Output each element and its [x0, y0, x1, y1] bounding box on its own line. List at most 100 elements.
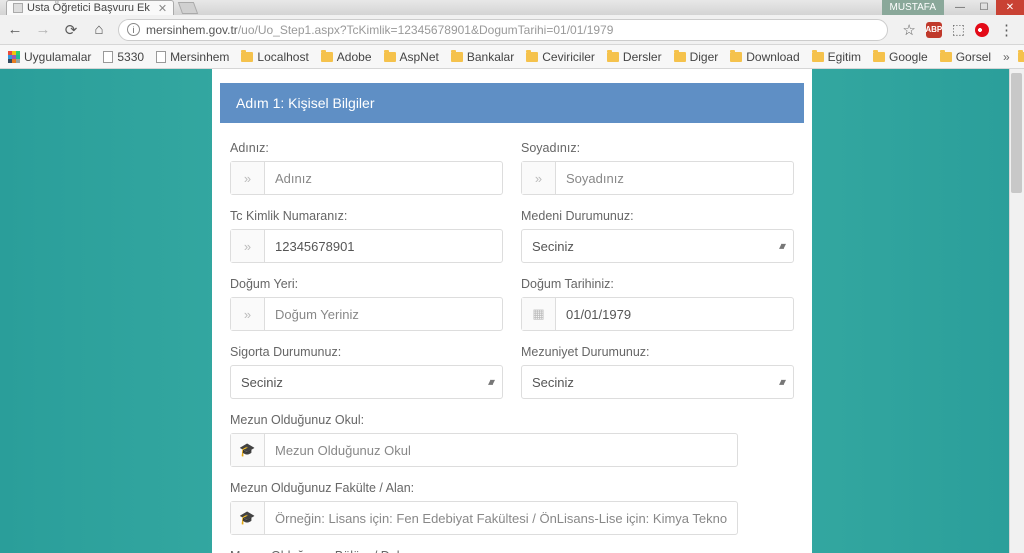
calendar-icon: ▦ — [522, 298, 556, 330]
bookmark-folder-bankalar[interactable]: Bankalar — [451, 50, 514, 64]
bookmark-label: Diger — [690, 50, 719, 64]
home-button[interactable]: ⌂ — [90, 21, 108, 39]
mezuniyet-label: Mezuniyet Durumunuz: — [521, 345, 794, 359]
bookmarks-overflow-icon[interactable]: » — [1003, 50, 1010, 64]
folder-icon — [1018, 52, 1024, 62]
sigorta-label: Sigorta Durumunuz: — [230, 345, 503, 359]
reload-button[interactable]: ⟳ — [62, 21, 80, 39]
soyadiniz-label: Soyadınız: — [521, 141, 794, 155]
graduation-cap-icon: 🎓 — [231, 502, 265, 534]
okul-label: Mezun Olduğunuz Okul: — [230, 413, 738, 427]
mezuniyet-select[interactable]: Seciniz ▴▾ — [521, 365, 794, 399]
window-close-button[interactable] — [996, 0, 1024, 15]
bookmark-folder-egitim[interactable]: Egitim — [812, 50, 861, 64]
bookmark-label: Ceviriciler — [542, 50, 595, 64]
bookmark-folder-diger[interactable]: Diger — [674, 50, 719, 64]
bookmark-label: Mersinhem — [170, 50, 229, 64]
bookmark-label: 5330 — [117, 50, 144, 64]
bookmark-item-mersinhem[interactable]: Mersinhem — [156, 50, 229, 64]
select-value: Seciniz — [532, 239, 574, 254]
form-card: Adım 1: Kişisel Bilgiler Adınız: » Soyad… — [212, 69, 812, 553]
folder-icon — [241, 52, 253, 62]
medeni-select[interactable]: Seciniz ▴▾ — [521, 229, 794, 263]
window-minimize-button[interactable] — [948, 0, 972, 15]
bookmark-label: Localhost — [257, 50, 308, 64]
folder-icon — [730, 52, 742, 62]
folder-icon — [321, 52, 333, 62]
folder-icon — [873, 52, 885, 62]
forward-button[interactable]: → — [34, 21, 52, 39]
dogum-tarihi-label: Doğum Tarihiniz: — [521, 277, 794, 291]
medeni-label: Medeni Durumunuz: — [521, 209, 794, 223]
fakulte-input[interactable] — [265, 502, 737, 534]
bookmark-label: Google — [889, 50, 928, 64]
folder-icon — [384, 52, 396, 62]
bookmark-folder-gorsel[interactable]: Gorsel — [940, 50, 991, 64]
browser-tab[interactable]: Usta Öğretici Başvuru Ek ✕ — [6, 0, 174, 15]
soyadiniz-input[interactable] — [556, 162, 793, 194]
profile-badge[interactable]: MUSTAFA — [882, 0, 944, 15]
bookmark-label: Download — [746, 50, 799, 64]
caret-updown-icon: ▴▾ — [779, 377, 783, 388]
fakulte-group: 🎓 — [230, 501, 738, 535]
bookmark-folder-localhost[interactable]: Localhost — [241, 50, 308, 64]
bookmark-star-icon[interactable]: ☆ — [902, 21, 915, 39]
dogum-tarihi-input[interactable] — [556, 298, 793, 330]
page-scrollbar[interactable] — [1009, 69, 1024, 553]
new-tab-button[interactable] — [178, 2, 198, 14]
tc-label: Tc Kimlik Numaranız: — [230, 209, 503, 223]
other-bookmarks-folder[interactable]: Diğer yer işaretleri — [1018, 50, 1024, 64]
select-value: Seciniz — [241, 375, 283, 390]
dogum-yeri-label: Doğum Yeri: — [230, 277, 503, 291]
adblock-icon[interactable]: ABP — [926, 22, 942, 38]
chevron-right-icon: » — [231, 230, 265, 262]
bookmark-label: Bankalar — [467, 50, 514, 64]
window-titlebar: Usta Öğretici Başvuru Ek ✕ MUSTAFA — [0, 0, 1024, 15]
step-header: Adım 1: Kişisel Bilgiler — [220, 83, 804, 123]
bookmark-folder-google[interactable]: Google — [873, 50, 928, 64]
bookmark-folder-ceviriciler[interactable]: Ceviriciler — [526, 50, 595, 64]
bookmark-label: Gorsel — [956, 50, 991, 64]
dogum-tarihi-group: ▦ — [521, 297, 794, 331]
bookmark-folder-download[interactable]: Download — [730, 50, 799, 64]
bookmark-folder-aspnet[interactable]: AspNet — [384, 50, 439, 64]
locale-flag-icon[interactable] — [975, 23, 989, 37]
chevron-right-icon: » — [231, 298, 265, 330]
caret-updown-icon: ▴▾ — [488, 377, 492, 388]
back-button[interactable]: ← — [6, 21, 24, 39]
adiniz-input[interactable] — [265, 162, 502, 194]
apps-button[interactable]: Uygulamalar — [8, 50, 91, 64]
dogum-yeri-group: » — [230, 297, 503, 331]
bookmark-folder-dersler[interactable]: Dersler — [607, 50, 662, 64]
url-host: mersinhem.gov.tr — [146, 23, 238, 37]
extension-icon[interactable]: ⬚ — [952, 21, 965, 38]
sigorta-select[interactable]: Seciniz ▴▾ — [230, 365, 503, 399]
graduation-cap-icon: 🎓 — [231, 434, 265, 466]
window-maximize-button[interactable] — [972, 0, 996, 15]
page-icon — [103, 51, 113, 63]
scrollbar-thumb[interactable] — [1011, 73, 1022, 193]
chrome-menu-icon[interactable]: ⋮ — [999, 21, 1014, 39]
page-viewport: Adım 1: Kişisel Bilgiler Adınız: » Soyad… — [0, 69, 1024, 553]
soyadiniz-group: » — [521, 161, 794, 195]
okul-group: 🎓 — [230, 433, 738, 467]
okul-input[interactable] — [265, 434, 737, 466]
folder-icon — [607, 52, 619, 62]
bookmark-item-5330[interactable]: 5330 — [103, 50, 144, 64]
site-info-icon[interactable]: i — [127, 23, 140, 36]
chevron-right-icon: » — [231, 162, 265, 194]
folder-icon — [940, 52, 952, 62]
dogum-yeri-input[interactable] — [265, 298, 502, 330]
caret-updown-icon: ▴▾ — [779, 241, 783, 252]
bookmark-label: Adobe — [337, 50, 372, 64]
select-value: Seciniz — [532, 375, 574, 390]
tc-input[interactable] — [265, 230, 502, 262]
tab-favicon — [13, 3, 23, 13]
tab-close-icon[interactable]: ✕ — [158, 2, 167, 15]
page-icon — [156, 51, 166, 63]
address-bar[interactable]: i mersinhem.gov.tr/uo/Uo_Step1.aspx?TcKi… — [118, 19, 888, 41]
bookmark-folder-adobe[interactable]: Adobe — [321, 50, 372, 64]
folder-icon — [451, 52, 463, 62]
fakulte-label: Mezun Olduğunuz Fakülte / Alan: — [230, 481, 738, 495]
bookmark-label: Dersler — [623, 50, 662, 64]
